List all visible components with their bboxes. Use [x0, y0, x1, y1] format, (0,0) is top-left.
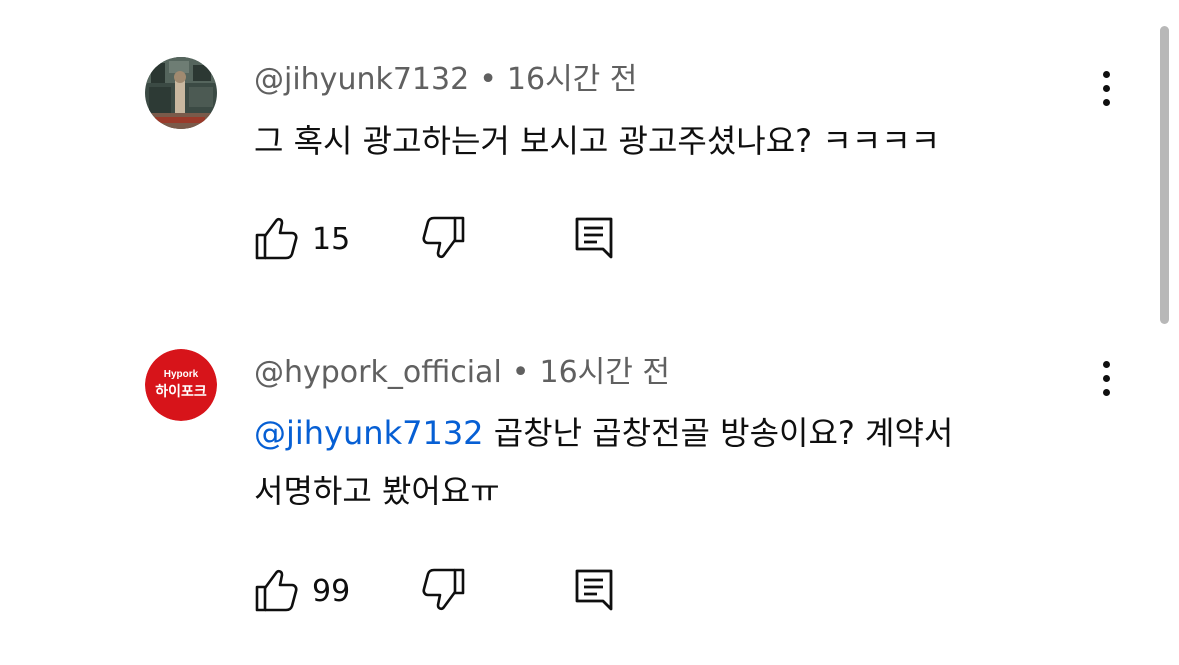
comment-text-line: 그 혹시 광고하는거 보시고 광고주셨나요? ㅋㅋㅋㅋ	[254, 122, 941, 160]
comment-text-line: 곱창난 곱창전골 방송이요? 계약서	[483, 414, 954, 452]
like-count: 99	[312, 574, 351, 609]
like-count: 15	[312, 222, 351, 257]
avatar[interactable]: Hypork 하이포크	[145, 349, 217, 421]
comment-thread-item: @jihyunk7132 • 16시간 전 그 혹시 광고하는거 보시고 광고주셨나…	[0, 0, 1150, 330]
comment-time: 16시간 전	[506, 62, 638, 97]
comment-author[interactable]: @jihyunk7132	[254, 62, 469, 97]
header-separator: •	[511, 355, 530, 390]
thumbs-up-icon[interactable]	[254, 567, 300, 613]
comment-text: 그 혹시 광고하는거 보시고 광고주셨나요? ㅋㅋㅋㅋ	[254, 112, 1114, 170]
avatar-logo-top: Hypork	[164, 369, 199, 380]
thumbs-down-icon[interactable]	[420, 215, 466, 261]
comment-header: @hypork_official • 16시간 전	[254, 355, 670, 391]
vertical-scrollbar[interactable]	[1160, 26, 1169, 324]
reply-comment-icon[interactable]	[572, 567, 618, 613]
more-dot-icon	[1102, 85, 1110, 92]
more-dot-icon	[1102, 71, 1110, 78]
comment-thread-item: Hypork 하이포크 @hypork_official • 16시간 전 @jih…	[0, 330, 1150, 665]
header-separator: •	[479, 62, 497, 97]
thumbs-down-icon[interactable]	[420, 567, 466, 613]
more-dot-icon	[1102, 389, 1110, 396]
comment-text-line: 서명하고 봤어요ㅠ	[254, 472, 500, 510]
more-actions-button[interactable]	[1092, 361, 1120, 405]
illustrated-room-avatar-icon	[145, 57, 217, 129]
comment-actions: 99	[254, 567, 654, 617]
comment-actions: 15	[254, 215, 654, 265]
comment-text: @jihyunk7132 곱창난 곱창전골 방송이요? 계약서 서명하고 봤어요…	[254, 404, 1114, 520]
more-dot-icon	[1102, 99, 1110, 106]
more-actions-button[interactable]	[1092, 71, 1120, 115]
comment-time: 16시간 전	[539, 355, 670, 390]
comment-header: @jihyunk7132 • 16시간 전	[254, 62, 637, 98]
more-dot-icon	[1102, 375, 1110, 382]
reply-comment-icon[interactable]	[572, 215, 618, 261]
avatar[interactable]	[145, 57, 217, 129]
avatar-logo-main: 하이포크	[155, 383, 207, 400]
more-dot-icon	[1102, 361, 1110, 368]
mention-link[interactable]: @jihyunk7132	[254, 414, 484, 452]
hypork-logo-icon: Hypork 하이포크	[145, 349, 217, 421]
comment-author[interactable]: @hypork_official	[254, 355, 502, 390]
thumbs-up-icon[interactable]	[254, 215, 300, 261]
